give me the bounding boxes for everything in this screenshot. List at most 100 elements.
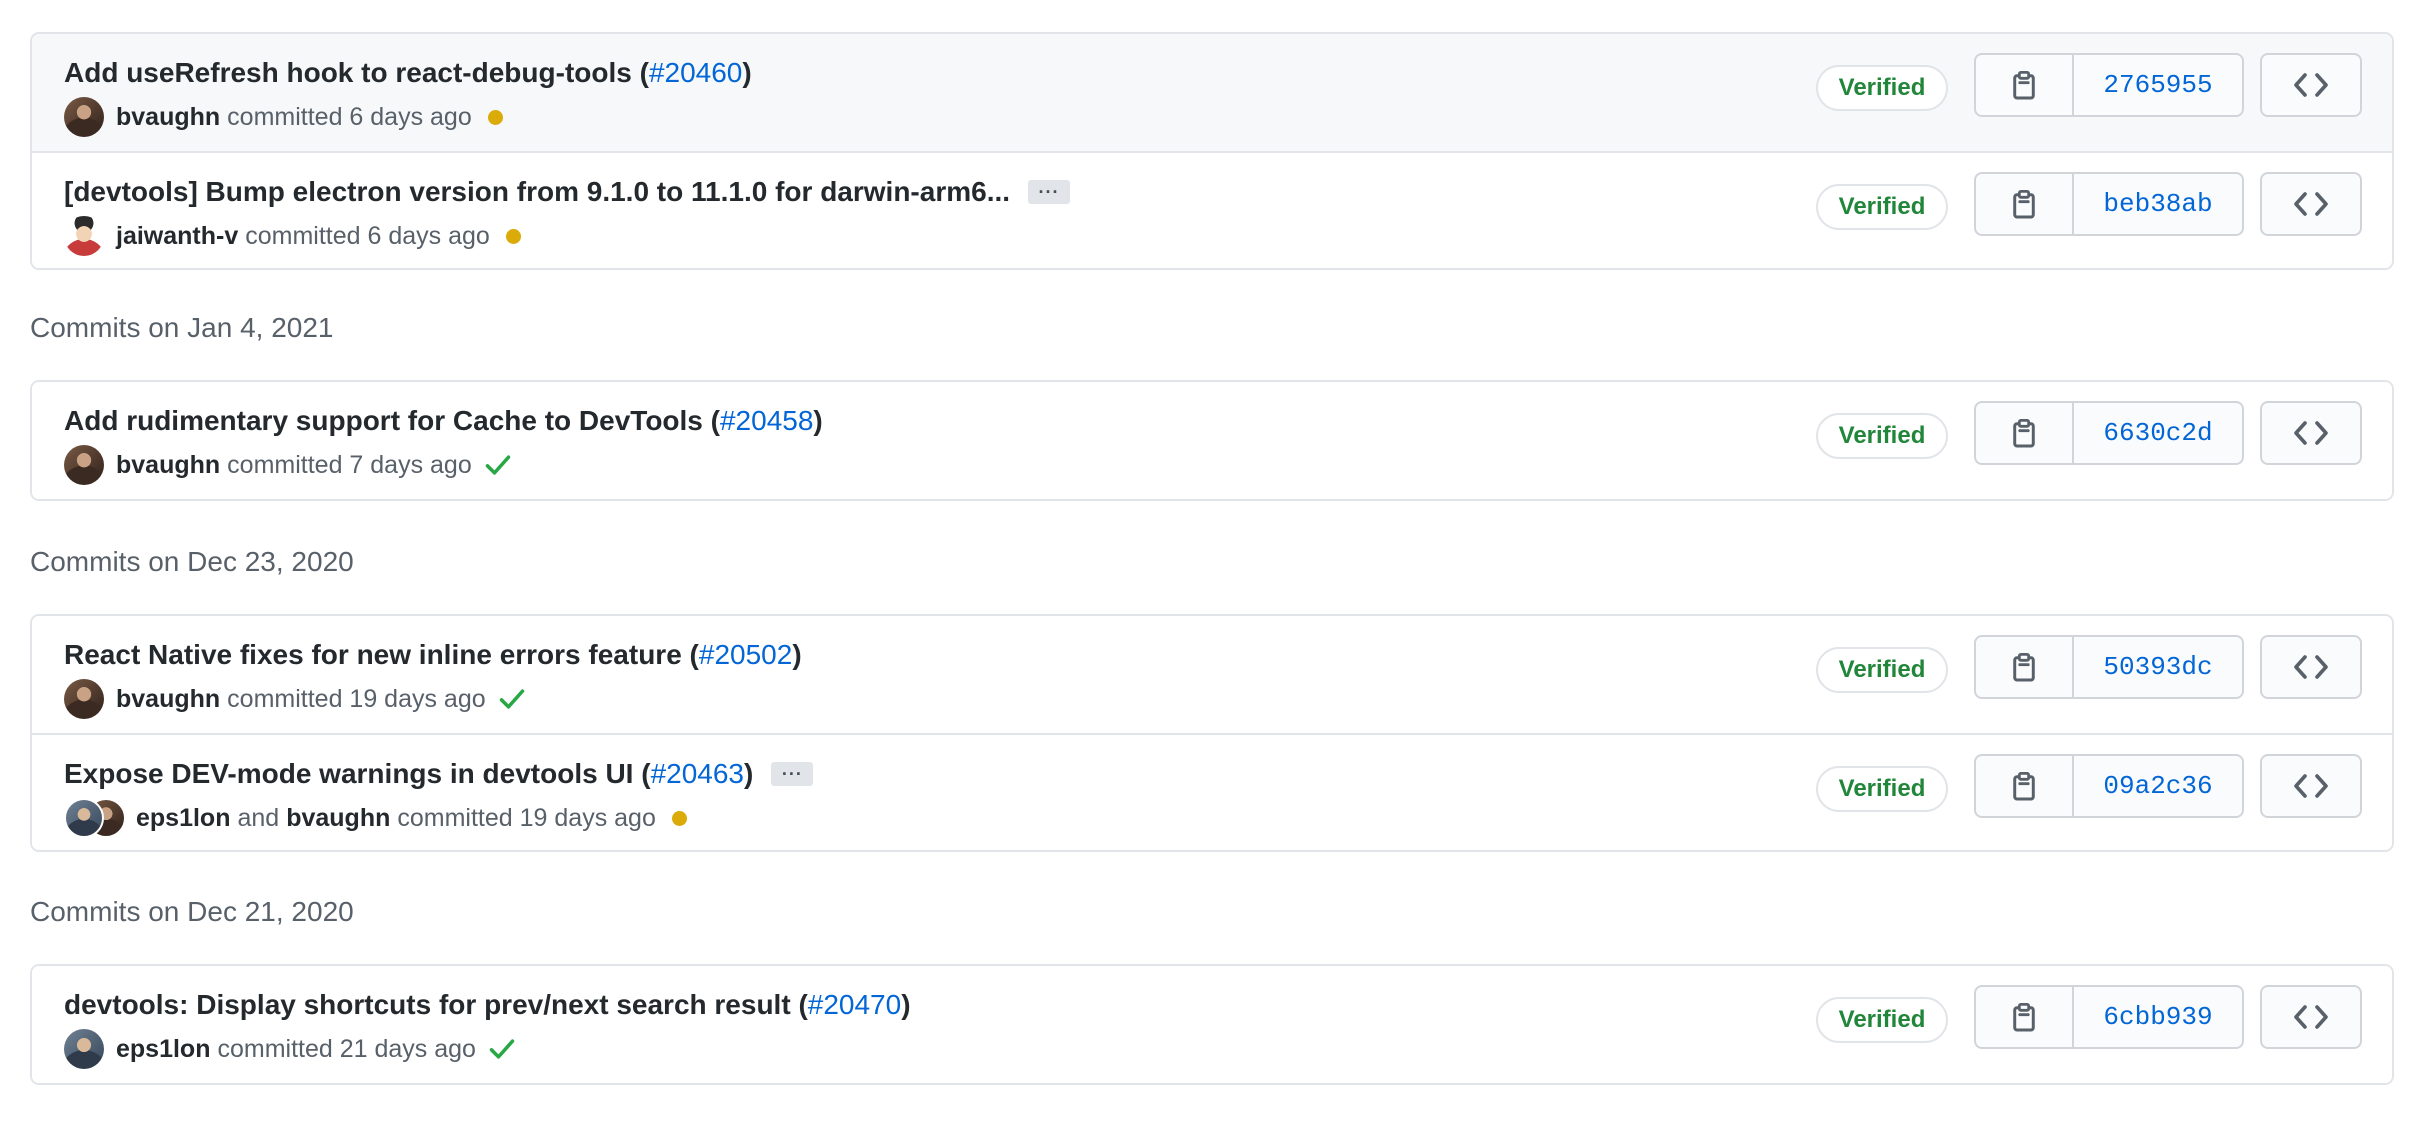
- commit-title[interactable]: React Native fixes for new inline errors…: [64, 639, 802, 671]
- commit-message[interactable]: Add useRefresh hook to react-debug-tools…: [64, 57, 649, 88]
- author-link[interactable]: bvaughn: [286, 804, 390, 833]
- commit-row: React Native fixes for new inline errors…: [32, 616, 2392, 733]
- author-link[interactable]: eps1lon: [116, 1035, 210, 1064]
- pending-status-dot-icon[interactable]: [671, 810, 687, 826]
- verified-badge[interactable]: Verified: [1816, 413, 1948, 459]
- code-icon: [2294, 191, 2328, 217]
- author-link[interactable]: bvaughn: [116, 103, 220, 132]
- expand-message-button[interactable]: ···: [1028, 180, 1071, 204]
- avatar-bvaughn[interactable]: [64, 445, 104, 485]
- author-link[interactable]: bvaughn: [116, 685, 220, 714]
- verified-badge[interactable]: Verified: [1816, 997, 1948, 1043]
- commit-title-line: Expose DEV-mode warnings in devtools UI …: [64, 755, 814, 793]
- clipboard-icon: [2011, 652, 2037, 682]
- pull-request-link[interactable]: #20463: [651, 758, 744, 789]
- date-heading: Commits on Jan 4, 2021: [30, 312, 334, 343]
- sha-button-group: 2765955: [1974, 53, 2244, 117]
- commit-time: committed 21 days ago: [217, 1034, 476, 1063]
- avatar-jaiwanth-v[interactable]: [64, 216, 104, 256]
- clipboard-icon: [2011, 418, 2037, 448]
- avatar-bvaughn[interactable]: [64, 679, 104, 719]
- expand-message-button[interactable]: ···: [771, 762, 814, 786]
- commit-message-suffix[interactable]: ): [792, 639, 801, 670]
- browse-repo-button[interactable]: [2260, 172, 2362, 236]
- commit-sha-link[interactable]: 6cbb939: [2074, 987, 2242, 1047]
- commit-message[interactable]: Expose DEV-mode warnings in devtools UI …: [64, 758, 651, 789]
- browse-repo-button[interactable]: [2260, 635, 2362, 699]
- success-check-icon[interactable]: [498, 685, 526, 713]
- commit-message[interactable]: React Native fixes for new inline errors…: [64, 639, 699, 670]
- commit-meta: eps1lon committed 21 days ago: [64, 1028, 516, 1070]
- commit-history: Add useRefresh hook to react-debug-tools…: [0, 0, 2422, 1124]
- pull-request-link[interactable]: #20502: [699, 639, 792, 670]
- commit-time: committed 19 days ago: [227, 684, 486, 713]
- commit-title[interactable]: devtools: Display shortcuts for prev/nex…: [64, 989, 911, 1021]
- commit-sha-link[interactable]: beb38ab: [2074, 174, 2242, 234]
- commit-row: devtools: Display shortcuts for prev/nex…: [32, 966, 2392, 1083]
- commit-meta: bvaughn committed 7 days ago: [64, 444, 512, 486]
- copy-sha-button[interactable]: [1976, 756, 2074, 816]
- author-link[interactable]: eps1lon: [136, 804, 230, 833]
- commit-message[interactable]: Add rudimentary support for Cache to Dev…: [64, 405, 720, 436]
- verified-badge[interactable]: Verified: [1816, 647, 1948, 693]
- sha-button-group: 09a2c36: [1974, 754, 2244, 818]
- browse-repo-button[interactable]: [2260, 985, 2362, 1049]
- code-icon: [2294, 1004, 2328, 1030]
- avatar-stack: [64, 798, 126, 838]
- sha-button-group: 6cbb939: [1974, 985, 2244, 1049]
- copy-sha-button[interactable]: [1976, 55, 2074, 115]
- commit-row: Add useRefresh hook to react-debug-tools…: [32, 34, 2392, 151]
- code-icon: [2294, 773, 2328, 799]
- commit-message[interactable]: [devtools] Bump electron version from 9.…: [64, 176, 1010, 207]
- commit-sha-link[interactable]: 50393dc: [2074, 637, 2242, 697]
- copy-sha-button[interactable]: [1976, 987, 2074, 1047]
- success-check-icon[interactable]: [484, 451, 512, 479]
- commit-title-line: React Native fixes for new inline errors…: [64, 636, 802, 674]
- commit-title[interactable]: Add useRefresh hook to react-debug-tools…: [64, 57, 752, 89]
- commit-title-line: [devtools] Bump electron version from 9.…: [64, 173, 1071, 211]
- commit-message-suffix[interactable]: ): [742, 57, 751, 88]
- avatar-eps1lon[interactable]: [64, 798, 104, 838]
- pull-request-link[interactable]: #20460: [649, 57, 742, 88]
- verified-badge[interactable]: Verified: [1816, 184, 1948, 230]
- commit-row: Expose DEV-mode warnings in devtools UI …: [32, 733, 2392, 850]
- commit-title[interactable]: Expose DEV-mode warnings in devtools UI …: [64, 758, 753, 790]
- commit-message-suffix[interactable]: ): [744, 758, 753, 789]
- verified-badge[interactable]: Verified: [1816, 766, 1948, 812]
- commit-meta: jaiwanth-v committed 6 days ago: [64, 215, 521, 257]
- code-icon: [2294, 654, 2328, 680]
- author-link[interactable]: bvaughn: [116, 451, 220, 480]
- commit-sha-link[interactable]: 2765955: [2074, 55, 2242, 115]
- pending-status-dot-icon[interactable]: [487, 109, 503, 125]
- clipboard-icon: [2011, 1002, 2037, 1032]
- commit-title-line: devtools: Display shortcuts for prev/nex…: [64, 986, 911, 1024]
- code-icon: [2294, 420, 2328, 446]
- browse-repo-button[interactable]: [2260, 53, 2362, 117]
- commit-message-suffix[interactable]: ): [901, 989, 910, 1020]
- avatar-bvaughn[interactable]: [64, 97, 104, 137]
- commit-sha-link[interactable]: 09a2c36: [2074, 756, 2242, 816]
- copy-sha-button[interactable]: [1976, 637, 2074, 697]
- commit-message-suffix[interactable]: ): [813, 405, 822, 436]
- commit-message[interactable]: devtools: Display shortcuts for prev/nex…: [64, 989, 808, 1020]
- commit-sha-link[interactable]: 6630c2d: [2074, 403, 2242, 463]
- browse-repo-button[interactable]: [2260, 754, 2362, 818]
- commit-meta: bvaughn committed 19 days ago: [64, 678, 526, 720]
- pull-request-link[interactable]: #20458: [720, 405, 813, 436]
- browse-repo-button[interactable]: [2260, 401, 2362, 465]
- verified-badge[interactable]: Verified: [1816, 65, 1948, 111]
- copy-sha-button[interactable]: [1976, 174, 2074, 234]
- success-check-icon[interactable]: [488, 1035, 516, 1063]
- commit-title[interactable]: Add rudimentary support for Cache to Dev…: [64, 405, 823, 437]
- author-link[interactable]: jaiwanth-v: [116, 222, 238, 251]
- copy-sha-button[interactable]: [1976, 403, 2074, 463]
- commit-row: [devtools] Bump electron version from 9.…: [32, 151, 2392, 268]
- pending-status-dot-icon[interactable]: [505, 228, 521, 244]
- commit-title-line: Add rudimentary support for Cache to Dev…: [64, 402, 823, 440]
- commit-meta: eps1lon and bvaughn committed 19 days ago: [64, 797, 687, 839]
- commit-group: React Native fixes for new inline errors…: [30, 614, 2394, 852]
- pull-request-link[interactable]: #20470: [808, 989, 901, 1020]
- avatar-eps1lon[interactable]: [64, 1029, 104, 1069]
- clipboard-icon: [2011, 70, 2037, 100]
- commit-title[interactable]: [devtools] Bump electron version from 9.…: [64, 176, 1010, 208]
